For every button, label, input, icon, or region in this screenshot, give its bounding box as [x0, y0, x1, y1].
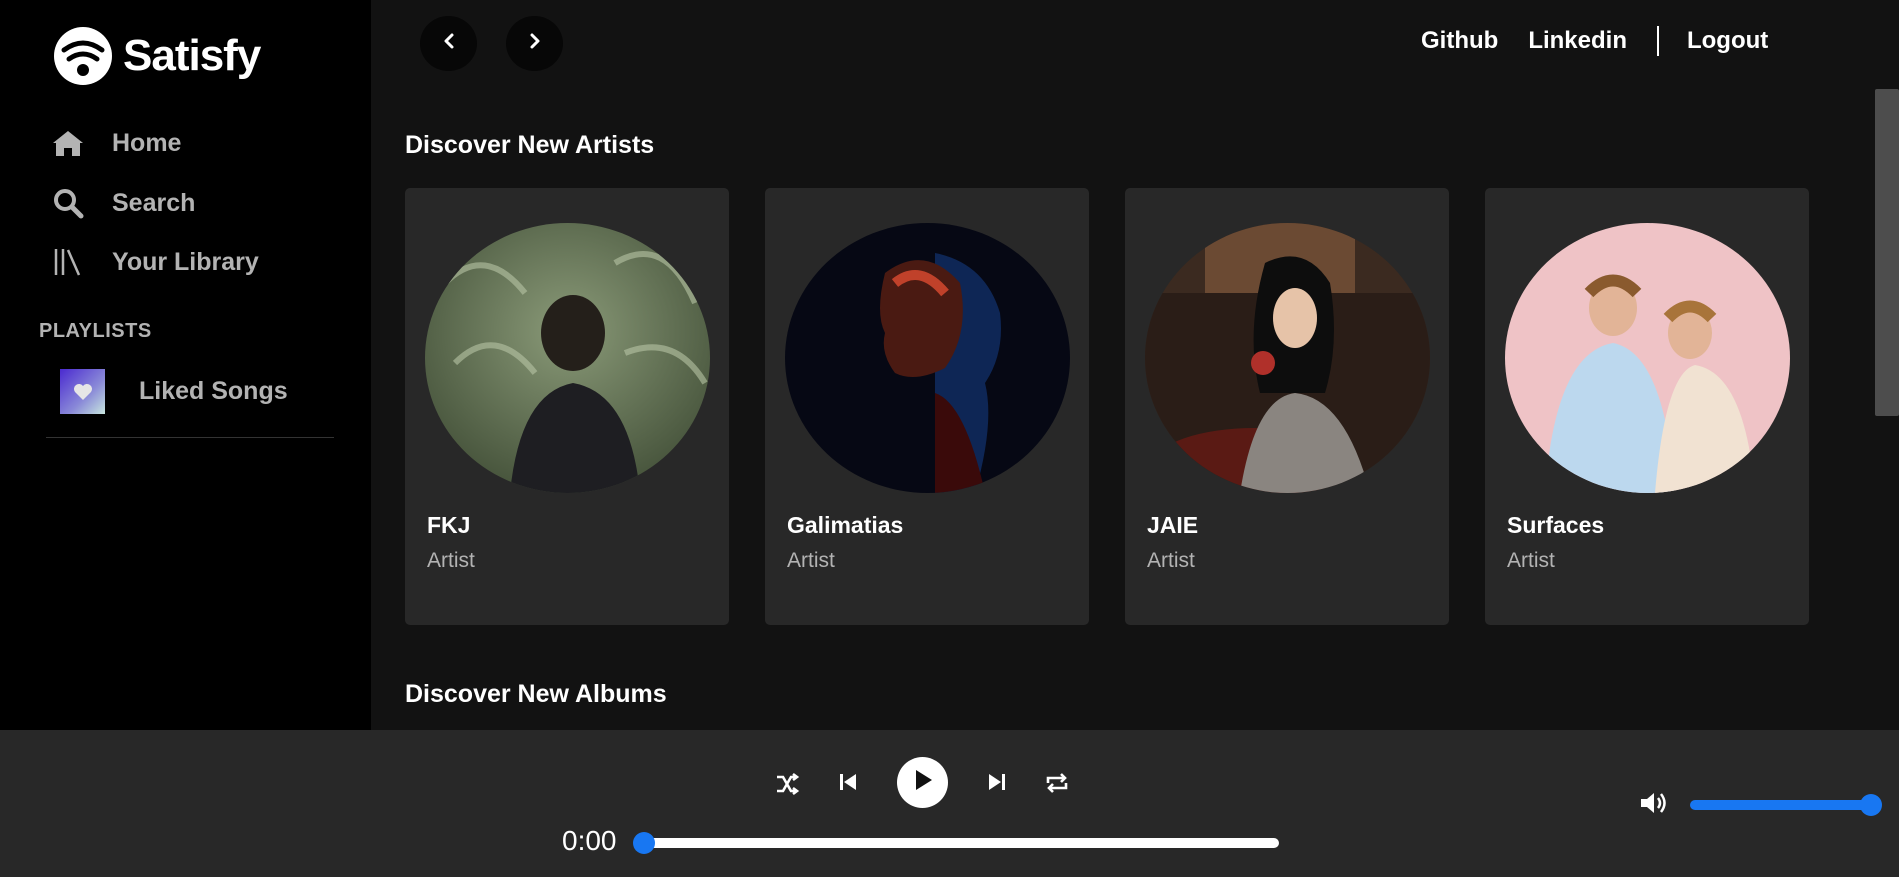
app-logo[interactable]: Satisfy	[52, 26, 261, 86]
artist-card[interactable]: Galimatias Artist	[765, 188, 1089, 625]
sidebar-item-label: Your Library	[112, 247, 259, 276]
sidebar-item-search[interactable]: Search	[52, 187, 195, 219]
chevron-left-icon	[442, 32, 456, 55]
sidebar-item-label: Search	[112, 188, 196, 217]
github-link[interactable]: Github	[1421, 27, 1498, 55]
app-name: Satisfy	[123, 31, 261, 80]
progress-handle[interactable]	[633, 832, 655, 854]
next-button[interactable]	[983, 770, 1011, 798]
artist-type: Artist	[427, 549, 475, 572]
play-button[interactable]	[897, 757, 948, 808]
repeat-icon	[1044, 770, 1070, 801]
scrollbar-thumb[interactable]	[1875, 89, 1899, 416]
current-time: 0:00	[562, 825, 617, 856]
app: Satisfy Home Search Your Library PLAYLIS…	[0, 0, 1899, 877]
player-bar	[0, 730, 1899, 877]
playlist-item-label: Liked Songs	[139, 377, 288, 405]
artist-card[interactable]: Surfaces Artist	[1485, 188, 1809, 625]
chevron-right-icon	[528, 32, 542, 55]
sidebar-item-label: Home	[112, 128, 182, 157]
repeat-button[interactable]	[1043, 771, 1071, 799]
artist-name: JAIE	[1147, 512, 1199, 538]
artist-image	[1145, 223, 1430, 493]
previous-button[interactable]	[834, 770, 862, 798]
artist-image	[785, 223, 1070, 493]
heart-icon	[60, 369, 105, 414]
artist-type: Artist	[1147, 549, 1195, 572]
artist-image	[1505, 223, 1790, 493]
sidebar: Satisfy Home Search Your Library PLAYLIS…	[0, 0, 371, 730]
artist-name: Surfaces	[1507, 512, 1605, 538]
artist-type: Artist	[787, 549, 835, 572]
library-icon	[52, 246, 84, 278]
forward-button[interactable]	[506, 16, 563, 71]
shuffle-button[interactable]	[773, 772, 801, 800]
playlists-heading: PLAYLISTS	[39, 320, 152, 342]
search-icon	[52, 187, 84, 219]
play-icon	[912, 768, 934, 797]
home-icon	[52, 127, 84, 159]
top-links: Github Linkedin Logout	[1421, 26, 1768, 56]
logout-link[interactable]: Logout	[1687, 27, 1768, 55]
sidebar-divider	[46, 437, 334, 438]
playlist-item-liked-songs[interactable]: Liked Songs	[60, 369, 288, 414]
artist-name: FKJ	[427, 512, 471, 538]
volume-button[interactable]	[1639, 790, 1669, 820]
volume-icon	[1639, 789, 1669, 822]
next-icon	[986, 771, 1008, 798]
volume-handle[interactable]	[1860, 794, 1882, 816]
back-button[interactable]	[420, 16, 477, 71]
section-title-artists: Discover New Artists	[405, 131, 655, 159]
artist-name: Galimatias	[787, 512, 904, 538]
section-title-albums: Discover New Albums	[405, 680, 667, 708]
sidebar-item-library[interactable]: Your Library	[52, 246, 259, 278]
link-divider	[1656, 26, 1659, 56]
shuffle-icon	[774, 771, 800, 802]
artist-card[interactable]: FKJ Artist	[405, 188, 729, 625]
previous-icon	[837, 771, 859, 798]
artist-image	[425, 223, 710, 493]
volume-slider[interactable]	[1690, 800, 1872, 810]
progress-bar[interactable]	[641, 838, 1279, 848]
sidebar-item-home[interactable]: Home	[52, 127, 181, 159]
artist-card[interactable]: JAIE Artist	[1125, 188, 1449, 625]
artist-type: Artist	[1507, 549, 1555, 572]
linkedin-link[interactable]: Linkedin	[1528, 27, 1627, 55]
satisfy-logo-icon	[52, 26, 115, 86]
